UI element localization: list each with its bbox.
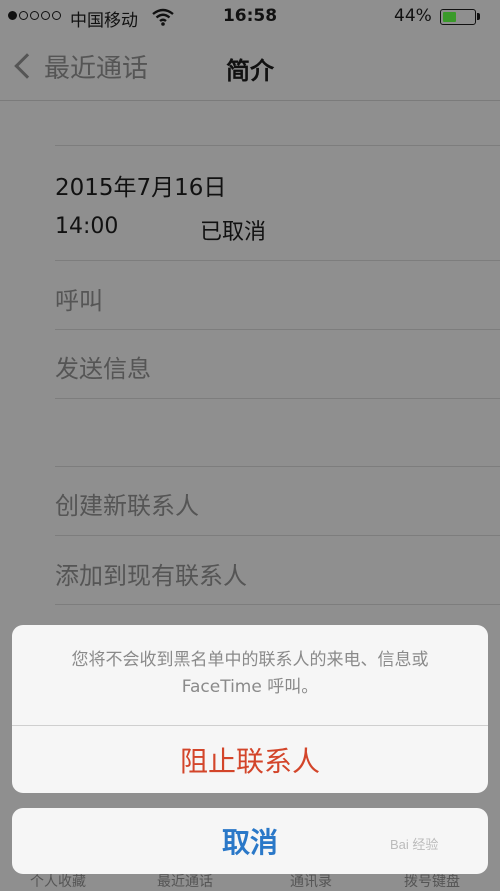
tab-keypad[interactable]: 拨号键盘 [404,871,460,891]
add-to-existing-contact-action[interactable]: 添加到现有联系人 [55,556,247,591]
block-contact-button[interactable]: 阻止联系人 [12,726,488,793]
call-time: 14:00 [55,214,119,239]
tab-contacts[interactable]: 通讯录 [290,871,332,891]
battery-tip [477,13,480,20]
divider [55,398,500,399]
call-status: 已取消 [200,220,267,245]
action-sheet-message: 您将不会收到黑名单中的联系人的来电、信息或 FaceTime 呼叫。 [71,650,429,697]
battery-level-fill [443,12,456,22]
battery-icon [440,9,476,25]
create-contact-action[interactable]: 创建新联系人 [55,486,199,521]
battery-percent: 44% [394,6,432,26]
action-sheet: 您将不会收到黑名单中的联系人的来电、信息或 FaceTime 呼叫。 阻止联系人 [12,625,488,793]
divider [55,535,500,536]
tab-favorites[interactable]: 个人收藏 [30,871,86,891]
call-action[interactable]: 呼叫 [55,281,103,316]
tab-recents[interactable]: 最近通话 [157,871,213,891]
watermark: Bai 经验 [390,837,439,852]
navigation-bar: 最近通话 简介 [0,34,500,101]
divider [55,466,500,467]
divider [55,604,500,605]
divider [55,145,500,146]
page-title: 简介 [226,57,274,85]
call-date: 2015年7月16日 [55,175,227,201]
divider [55,329,500,330]
send-message-action[interactable]: 发送信息 [55,349,151,384]
status-bar: 中国移动 16:58 44% [0,0,500,34]
divider [55,260,500,261]
